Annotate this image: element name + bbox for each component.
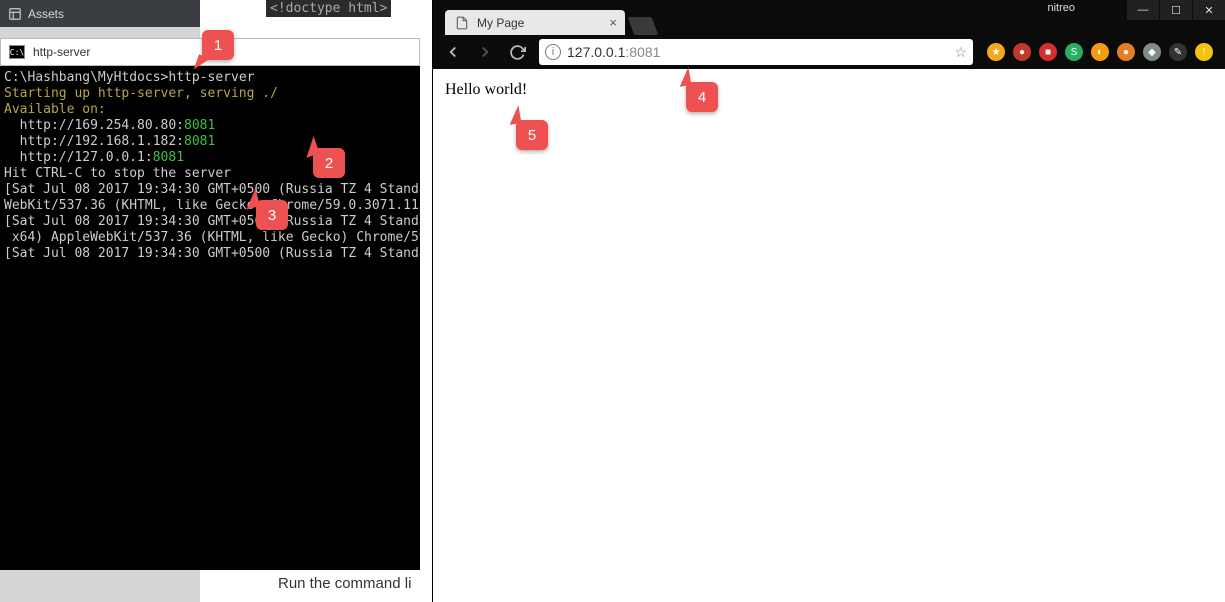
- cmd-url-0: http://169.254.80.80:8081: [4, 118, 215, 133]
- terminal-output[interactable]: C:\Hashbang\MyHtdocs>http-server Startin…: [0, 66, 420, 570]
- url-text: 127.0.0.1:8081: [567, 44, 660, 60]
- annotation-3: 3: [256, 200, 288, 230]
- edit-icon[interactable]: ✎: [1169, 43, 1187, 61]
- terminal-title: http-server: [33, 45, 90, 59]
- cmd-log-4: [Sat Jul 08 2017 19:34:30 GMT+0500 (Russ…: [4, 246, 420, 261]
- bookmark-star-icon[interactable]: ☆: [954, 44, 967, 61]
- tab-close-icon[interactable]: ×: [609, 15, 617, 30]
- article-text-fragment: Run the command li: [278, 575, 411, 592]
- extension-icons: ★ ● ■ S ◐ ● ◆ ✎!: [981, 43, 1219, 61]
- adblock-icon[interactable]: ●: [1117, 43, 1135, 61]
- lastpass-icon[interactable]: ■: [1039, 43, 1057, 61]
- cmd-icon: C:\: [9, 45, 25, 59]
- warn-icon[interactable]: !: [1195, 43, 1213, 61]
- site-info-icon[interactable]: i: [545, 44, 561, 60]
- browser-tab[interactable]: My Page ×: [445, 10, 625, 35]
- code-doctype-line: <!doctype html>: [266, 0, 391, 17]
- cmd-url-1: http://192.168.1.182:8081: [4, 134, 215, 149]
- back-button[interactable]: [439, 38, 467, 66]
- cmd-log-1: WebKit/537.36 (KHTML, like Gecko) Chrome…: [4, 198, 420, 213]
- cmd-starting: Starting up http-server, serving ./: [4, 86, 278, 101]
- forward-button[interactable]: [471, 38, 499, 66]
- new-tab-button[interactable]: [628, 17, 659, 35]
- ide-assets-panel: Assets: [0, 0, 200, 27]
- window-close-button[interactable]: ✕: [1193, 0, 1225, 20]
- annotation-1: 1: [202, 30, 234, 60]
- page-content: Hello world!: [433, 69, 1225, 602]
- address-bar[interactable]: i 127.0.0.1:8081 ☆: [539, 39, 973, 65]
- reload-button[interactable]: [503, 38, 531, 66]
- cmd-available: Available on:: [4, 102, 106, 117]
- browser-tabstrip: nitreo — ☐ ✕ My Page ×: [433, 0, 1225, 35]
- annotation-2: 2: [313, 148, 345, 178]
- ide-panel-title: Assets: [28, 7, 64, 21]
- grammarly-icon[interactable]: S: [1065, 43, 1083, 61]
- browser-toolbar: i 127.0.0.1:8081 ☆ ★ ● ■ S ◐ ● ◆ ✎!: [433, 35, 1225, 69]
- cmd-hit: Hit CTRL-C to stop the server: [4, 166, 231, 181]
- page-icon: [455, 16, 469, 30]
- brave-icon[interactable]: ◆: [1143, 43, 1161, 61]
- cmd-url-2: http://127.0.0.1:8081: [4, 150, 184, 165]
- browser-profile-name[interactable]: nitreo: [1047, 2, 1075, 14]
- annotation-5: 5: [516, 120, 548, 150]
- tab-title: My Page: [477, 16, 524, 30]
- cmd-log-0: [Sat Jul 08 2017 19:34:30 GMT+0500 (Russ…: [4, 182, 420, 197]
- cmd-prompt: C:\Hashbang\MyHtdocs>: [4, 70, 168, 85]
- ublock-icon[interactable]: ●: [1013, 43, 1031, 61]
- cmd-command: http-server: [168, 70, 254, 85]
- cmd-log-2: [Sat Jul 08 2017 19:34:30 GMT+0500 (Russ…: [4, 214, 420, 229]
- fav-star-icon[interactable]: ★: [987, 43, 1005, 61]
- browser-window: nitreo — ☐ ✕ My Page ×: [432, 0, 1225, 602]
- cmd-log-3: x64) AppleWebKit/537.36 (KHTML, like Gec…: [4, 230, 420, 245]
- hello-world-text: Hello world!: [445, 81, 527, 98]
- window-minimize-button[interactable]: —: [1127, 0, 1159, 20]
- ghostery-icon[interactable]: ◐: [1091, 43, 1109, 61]
- window-maximize-button[interactable]: ☐: [1160, 0, 1192, 20]
- terminal-window: C:\ http-server C:\Hashbang\MyHtdocs>htt…: [0, 38, 420, 570]
- annotation-4: 4: [686, 82, 718, 112]
